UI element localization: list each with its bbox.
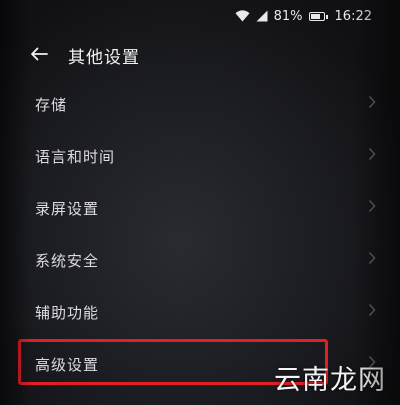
status-time: 16:22	[334, 8, 372, 24]
menu-item-storage[interactable]: 存储	[0, 78, 400, 130]
menu-item-label: 系统安全	[35, 251, 100, 270]
menu-item-label: 录屏设置	[35, 199, 100, 218]
battery-level-fill	[310, 13, 320, 19]
page-title: 其他设置	[68, 47, 140, 68]
back-button[interactable]	[30, 46, 48, 65]
cellular-signal-icon	[256, 10, 268, 22]
wifi-icon	[235, 10, 250, 22]
menu-item-accessibility[interactable]: 辅助功能	[0, 286, 400, 338]
menu-item-label: 存储	[35, 95, 68, 114]
battery-percent: 81%	[273, 8, 303, 24]
battery-icon	[308, 11, 328, 21]
chevron-right-icon	[368, 303, 376, 321]
menu-item-label: 语言和时间	[35, 147, 116, 166]
menu-item-label: 辅助功能	[35, 303, 100, 322]
page-header: 其他设置	[30, 38, 140, 72]
menu-item-screen-recording[interactable]: 录屏设置	[0, 182, 400, 234]
chevron-right-icon	[368, 199, 376, 217]
menu-item-system-security[interactable]: 系统安全	[0, 234, 400, 286]
chevron-right-icon	[368, 95, 376, 113]
watermark: 云南龙网	[274, 365, 386, 396]
status-bar: 81% 16:22	[235, 6, 372, 26]
arrow-left-icon	[30, 46, 48, 65]
menu-item-language-time[interactable]: 语言和时间	[0, 130, 400, 182]
settings-screen: 81% 16:22 其他设置 存储 语言和时间 录屏设置 系统安全 辅助功能 高…	[0, 0, 400, 405]
settings-menu: 存储 语言和时间 录屏设置 系统安全 辅助功能 高级设置	[0, 78, 400, 390]
chevron-right-icon	[368, 147, 376, 165]
chevron-right-icon	[368, 251, 376, 269]
menu-item-label: 高级设置	[35, 355, 100, 374]
